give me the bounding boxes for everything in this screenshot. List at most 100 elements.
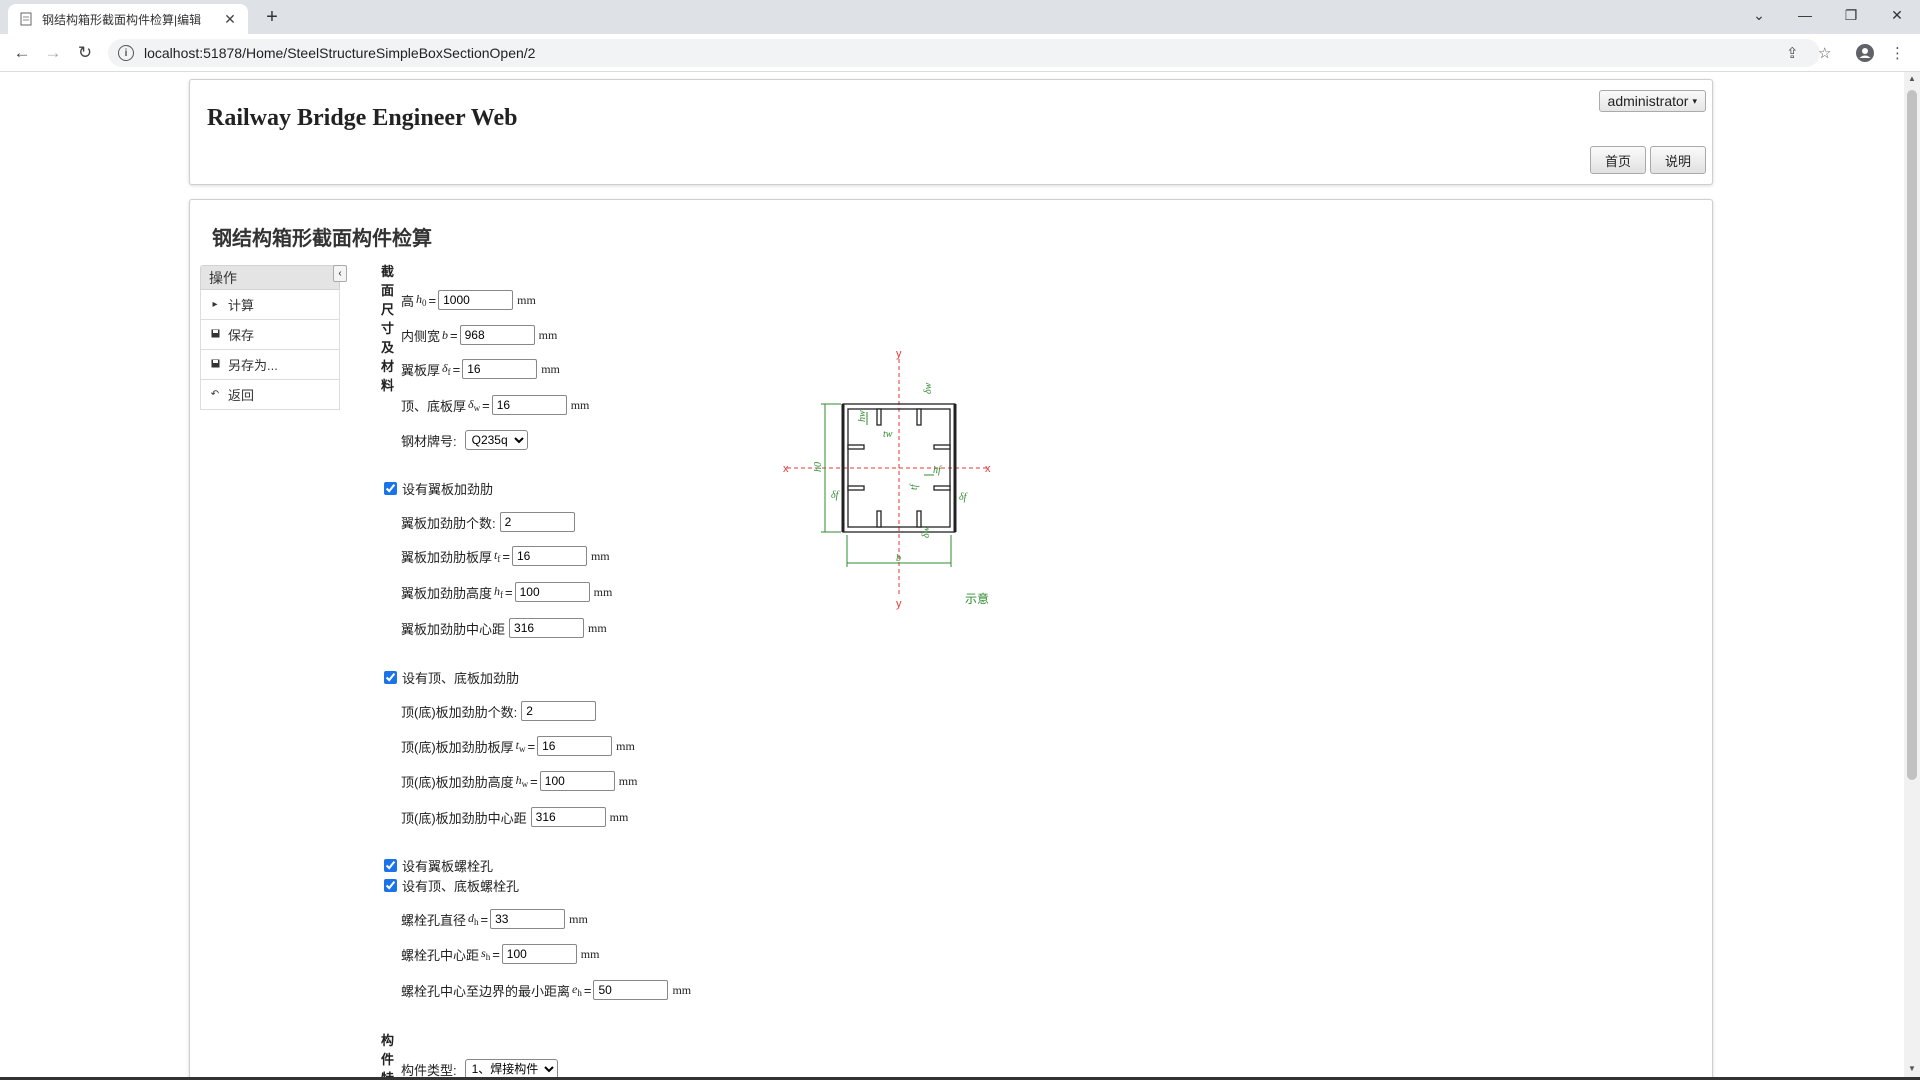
close-tab-icon[interactable]: ✕ <box>222 11 238 28</box>
web-stiffener-thickness-input[interactable] <box>537 736 613 756</box>
page-scrollbar[interactable]: ▲ ▼ <box>1904 72 1920 1077</box>
axis-x-label-right: x <box>985 463 991 475</box>
scroll-thumb[interactable] <box>1907 90 1917 780</box>
width-input[interactable] <box>459 325 535 345</box>
save-icon <box>209 329 221 341</box>
web-stiffener-count-input[interactable] <box>521 701 597 721</box>
sidebar-item-label: 保存 <box>228 328 255 343</box>
row-flange-stiffener-height: 翼板加劲肋高度 hf= mm <box>401 582 612 602</box>
axis-y-label-bottom: y <box>896 598 902 610</box>
user-name: administrator <box>1607 93 1689 109</box>
browser-tab[interactable]: 钢结构箱形截面构件检算|编辑 ✕ <box>8 4 248 34</box>
nav-home-button[interactable]: 首页 <box>1589 146 1646 174</box>
row-flange-stiffener-spacing: 翼板加劲肋中心距 mm <box>401 618 607 638</box>
flange-stiffener-thickness-input[interactable] <box>511 546 587 566</box>
profile-icon[interactable] <box>1856 44 1874 66</box>
row-flange-stiffener-thick: 翼板加劲肋板厚 tf= mm <box>401 546 610 566</box>
axis-y-label-top: y <box>896 348 902 360</box>
bolt-diameter-input[interactable] <box>490 909 566 929</box>
flange-thickness-input[interactable] <box>462 359 538 379</box>
section-title-dimensions: 截面尺寸及材料 <box>381 264 395 393</box>
steel-grade-select[interactable]: Q235q <box>464 430 528 450</box>
share-icon[interactable]: ⇪ <box>1786 44 1799 62</box>
flange-bolt-hole-checkbox[interactable] <box>384 859 397 872</box>
minimize-icon[interactable]: — <box>1782 0 1828 30</box>
close-window-icon[interactable]: ✕ <box>1874 0 1920 30</box>
flange-stiffener-spacing-input[interactable] <box>509 618 585 638</box>
page-title: 钢结构箱形截面构件检算 <box>212 228 432 250</box>
section-title-member: 构件特性 <box>381 1033 395 1077</box>
web-stiffener-height-input[interactable] <box>539 771 615 791</box>
row-height: 高 h0= mm <box>401 290 536 310</box>
scroll-up-icon[interactable]: ▲ <box>1908 74 1916 83</box>
browser-toolbar: ← → ↻ i localhost:51878/Home/SteelStruct… <box>0 34 1920 72</box>
site-title: Railway Bridge Engineer Web <box>207 105 518 131</box>
save-as-icon <box>209 359 221 371</box>
restore-icon[interactable]: ❐ <box>1828 0 1874 30</box>
row-web-hole-check: 设有顶、底板螺栓孔 <box>384 876 519 895</box>
flange-stiffener-count-input[interactable] <box>499 512 575 532</box>
sidebar-menu: 操作 ▸ 计算 保存 另存为... ↶ 返回 <box>200 265 340 410</box>
web-thickness-input[interactable] <box>491 395 567 415</box>
dim-dw-bottom-label: δw <box>921 526 932 538</box>
row-bolt-spacing: 螺栓孔中心距 sh= mm <box>401 944 599 964</box>
user-menu-button[interactable]: administrator ▾ <box>1598 90 1706 112</box>
row-flange-stiffener-count: 翼板加劲肋个数: <box>401 512 575 532</box>
bolt-spacing-input[interactable] <box>501 944 577 964</box>
address-bar[interactable]: i localhost:51878/Home/SteelStructureSim… <box>108 39 1820 67</box>
new-tab-icon[interactable]: + <box>260 6 284 29</box>
row-web-stiffener-check: 设有顶、底板加劲肋 <box>384 668 519 687</box>
diagram-axes: y y x x <box>783 348 991 610</box>
sidebar-item-label: 计算 <box>228 298 255 313</box>
scroll-down-icon[interactable]: ▼ <box>1908 1064 1916 1073</box>
row-web-thickness: 顶、底板厚 δw= mm <box>401 395 589 415</box>
web-stiffener-checkbox[interactable] <box>384 671 397 684</box>
dim-dw-top-label: δw <box>923 382 934 394</box>
row-bolt-diameter: 螺栓孔直径 dh= mm <box>401 909 588 929</box>
axis-x-label-left: x <box>783 463 789 475</box>
flange-stiffener-checkbox[interactable] <box>384 482 397 495</box>
row-web-stiffener-spacing: 顶(底)板加劲肋中心距 mm <box>401 807 628 827</box>
dim-df-right-label: δf <box>959 492 968 503</box>
nav-help-button[interactable]: 说明 <box>1649 146 1706 174</box>
page-viewport: Railway Bridge Engineer Web administrato… <box>0 72 1904 1077</box>
web-stiffener-spacing-input[interactable] <box>530 807 606 827</box>
sidebar-item-calculate[interactable]: ▸ 计算 <box>200 290 340 320</box>
row-flange-stiffener-check: 设有翼板加劲肋 <box>384 479 493 498</box>
tab-title: 钢结构箱形截面构件检算|编辑 <box>42 12 202 27</box>
chevron-left-icon: ‹ <box>338 268 342 279</box>
info-icon[interactable]: i <box>118 45 134 61</box>
forward-icon[interactable]: → <box>41 41 65 65</box>
reload-icon[interactable]: ↻ <box>73 41 97 65</box>
document-icon <box>18 11 34 27</box>
row-steel-grade: 钢材牌号: Q235q <box>401 430 528 450</box>
sidebar-item-save-as[interactable]: 另存为... <box>200 350 340 380</box>
chevron-down-icon: ▾ <box>1692 95 1697 106</box>
flange-stiffener-height-input[interactable] <box>514 582 590 602</box>
menu-dots-icon[interactable]: ⋮ <box>1890 44 1905 62</box>
diagram-caption: 示意 <box>965 591 989 606</box>
member-type-select[interactable]: 1、焊接构件 <box>464 1059 558 1077</box>
row-flange-hole-check: 设有翼板螺栓孔 <box>384 856 493 875</box>
sidebar-item-label: 返回 <box>228 388 255 403</box>
dim-b-label: b <box>896 553 901 564</box>
row-web-stiffener-height: 顶(底)板加劲肋高度 hw= mm <box>401 771 637 791</box>
tab-search-icon[interactable]: ⌄ <box>1736 0 1782 30</box>
sidebar-item-back[interactable]: ↶ 返回 <box>200 380 340 410</box>
sidebar-collapse-button[interactable]: ‹ <box>333 265 347 282</box>
row-flange-thickness: 翼板厚 δf= mm <box>401 359 560 379</box>
back-icon[interactable]: ← <box>10 41 34 65</box>
row-bolt-edge: 螺栓孔中心至边界的最小距离 eh= mm <box>401 980 691 1000</box>
header-panel: Railway Bridge Engineer Web administrato… <box>189 79 1713 185</box>
dim-tw-label: tw <box>883 429 893 440</box>
height-input[interactable] <box>438 290 514 310</box>
sidebar-item-save[interactable]: 保存 <box>200 320 340 350</box>
sidebar-header: 操作 <box>200 265 340 290</box>
undo-icon: ↶ <box>210 389 220 400</box>
bookmark-star-icon[interactable]: ☆ <box>1818 44 1831 62</box>
web-bolt-hole-checkbox[interactable] <box>384 879 397 892</box>
browser-tabbar: 钢结构箱形截面构件检算|编辑 ✕ + ⌄ — ❐ ✕ <box>0 0 1920 34</box>
bolt-edge-distance-input[interactable] <box>593 980 669 1000</box>
dim-df-left-label: δf <box>831 490 840 501</box>
dim-hw-label: hw <box>857 410 868 422</box>
